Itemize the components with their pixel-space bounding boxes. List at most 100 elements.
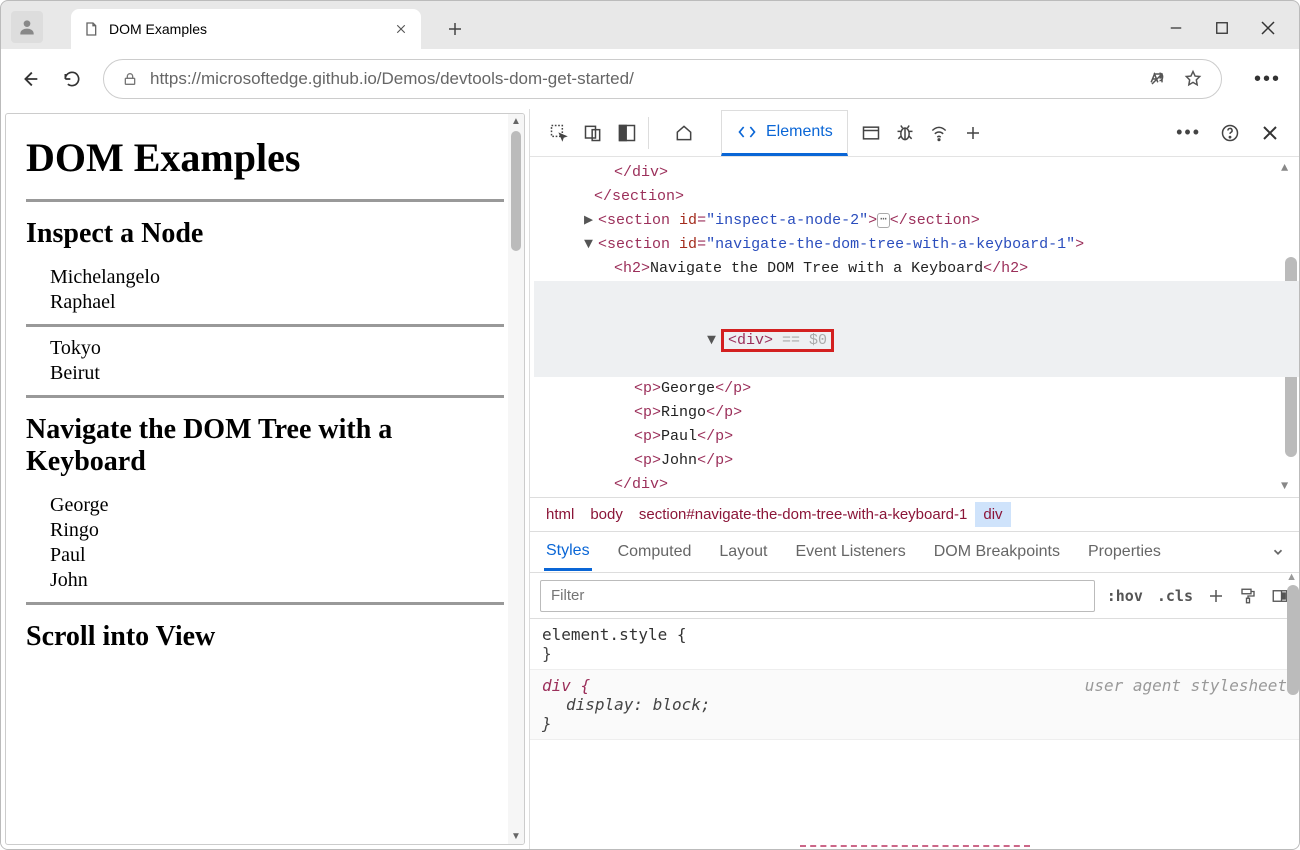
close-devtools-button[interactable] xyxy=(1259,122,1281,144)
dom-node[interactable]: <p>Ringo</p> xyxy=(534,401,1299,425)
devtools-more-button[interactable]: ••• xyxy=(1176,122,1201,143)
dom-node[interactable]: <h2>Navigate the DOM Tree with a Keyboar… xyxy=(534,257,1299,281)
tab-title: DOM Examples xyxy=(109,21,383,37)
breadcrumb-item[interactable]: section#navigate-the-dom-tree-with-a-key… xyxy=(631,502,976,527)
dom-node[interactable]: <p>Paul</p> xyxy=(534,425,1299,449)
dom-node[interactable]: </div> xyxy=(534,161,1299,185)
document-icon xyxy=(83,21,99,37)
dom-node-selected[interactable]: ••• ▼<div> == $0 xyxy=(534,281,1299,377)
network-conditions-icon[interactable] xyxy=(928,122,950,144)
section-scroll-heading: Scroll into View xyxy=(26,621,504,653)
device-emulation-icon[interactable] xyxy=(582,122,604,144)
tab-close-button[interactable] xyxy=(393,21,409,37)
styles-pane[interactable]: element.style { } user agent stylesheet … xyxy=(530,619,1299,849)
css-prop-display[interactable]: display: block; xyxy=(542,695,1287,714)
titlebar: DOM Examples xyxy=(1,1,1299,49)
back-button[interactable] xyxy=(19,68,41,90)
breadcrumb-item-selected[interactable]: div xyxy=(975,502,1010,527)
list-item: George xyxy=(50,494,504,517)
styles-tab-event-listeners[interactable]: Event Listeners xyxy=(793,535,907,569)
scroll-down-icon[interactable]: ▼ xyxy=(511,829,521,844)
inspect-element-icon[interactable] xyxy=(548,122,570,144)
lock-icon xyxy=(122,71,138,87)
styles-tab-dom-breakpoints[interactable]: DOM Breakpoints xyxy=(932,535,1062,569)
styles-filter-input[interactable] xyxy=(540,580,1095,612)
list-item: Beirut xyxy=(50,362,504,385)
styles-tab-properties[interactable]: Properties xyxy=(1086,535,1163,569)
browser-window: DOM Examples https://microsoftedge.githu… xyxy=(0,0,1300,850)
help-icon[interactable] xyxy=(1219,122,1241,144)
paint-format-icon[interactable] xyxy=(1239,587,1257,605)
close-icon xyxy=(395,23,407,35)
dom-breadcrumb[interactable]: html body section#navigate-the-dom-tree-… xyxy=(530,497,1299,531)
list-item: Michelangelo xyxy=(50,266,504,289)
browser-tab[interactable]: DOM Examples xyxy=(71,9,421,49)
styles-tab-overflow-icon[interactable] xyxy=(1271,545,1285,559)
list-item: Ringo xyxy=(50,519,504,542)
section-navigate-heading: Navigate the DOM Tree with a Keyboard xyxy=(26,414,504,478)
window-controls xyxy=(1167,19,1289,37)
dom-node[interactable]: </section> xyxy=(534,185,1299,209)
toolbar-more-button[interactable]: ••• xyxy=(1254,68,1281,91)
address-actions xyxy=(1147,69,1203,89)
application-icon[interactable] xyxy=(860,122,882,144)
dom-node[interactable]: </div> xyxy=(534,473,1299,497)
dom-node[interactable]: <p>John</p> xyxy=(534,449,1299,473)
new-style-rule-icon[interactable] xyxy=(1207,587,1225,605)
list-item: Paul xyxy=(50,544,504,567)
styles-tab-styles[interactable]: Styles xyxy=(544,534,592,571)
drawer-resize-handle[interactable] xyxy=(800,845,1030,847)
avatar-icon xyxy=(17,17,37,37)
minimize-button[interactable] xyxy=(1167,19,1185,37)
profile-button[interactable] xyxy=(11,11,43,43)
list-item: Raphael xyxy=(50,291,504,314)
url-text: https://microsoftedge.github.io/Demos/de… xyxy=(150,69,1135,89)
page-h1: DOM Examples xyxy=(26,134,504,181)
toolbar: https://microsoftedge.github.io/Demos/de… xyxy=(1,49,1299,109)
dom-scroll-down-icon[interactable]: ▼ xyxy=(1281,479,1295,493)
list-item: Tokyo xyxy=(50,337,504,360)
devtools-toolbar: Elements ••• xyxy=(530,109,1299,157)
close-brace: } xyxy=(542,714,1287,733)
home-icon xyxy=(673,122,695,144)
list-item: John xyxy=(50,569,504,592)
dom-node[interactable]: <p>George</p> xyxy=(534,377,1299,401)
devtools-panel: Elements ••• ▲ ▼ </d xyxy=(529,109,1299,849)
address-bar[interactable]: https://microsoftedge.github.io/Demos/de… xyxy=(103,59,1222,99)
breadcrumb-item[interactable]: body xyxy=(582,502,631,527)
bug-icon[interactable] xyxy=(894,122,916,144)
dom-node[interactable]: ▼<section id="navigate-the-dom-tree-with… xyxy=(534,233,1299,257)
dom-tree[interactable]: ▲ ▼ </div> </section> ▶<section id="insp… xyxy=(530,157,1299,497)
dom-node[interactable]: ▶<section id="inspect-a-node-2">⋯</secti… xyxy=(534,209,1299,233)
styles-tab-computed[interactable]: Computed xyxy=(616,535,694,569)
plus-icon xyxy=(446,20,464,38)
favorite-icon[interactable] xyxy=(1183,69,1203,89)
cls-button[interactable]: .cls xyxy=(1157,587,1193,605)
dom-scroll-up-icon[interactable]: ▲ xyxy=(1281,161,1295,175)
dock-side-icon[interactable] xyxy=(616,122,638,144)
element-style-selector[interactable]: element.style { xyxy=(542,625,1287,644)
section-inspect-heading: Inspect a Node xyxy=(26,218,504,250)
more-tabs-plus-icon[interactable] xyxy=(962,122,984,144)
close-window-button[interactable] xyxy=(1259,19,1277,37)
tab-welcome[interactable] xyxy=(659,110,709,156)
elements-icon xyxy=(736,121,758,143)
read-aloud-icon[interactable] xyxy=(1147,69,1167,89)
scroll-thumb[interactable] xyxy=(511,131,521,251)
user-agent-stylesheet-label: user agent stylesheet xyxy=(1085,676,1287,695)
new-tab-button[interactable] xyxy=(439,13,471,45)
refresh-button[interactable] xyxy=(61,68,83,90)
styles-scroll-thumb[interactable] xyxy=(1287,585,1299,695)
scroll-up-icon[interactable]: ▲ xyxy=(511,114,521,129)
styles-tab-layout[interactable]: Layout xyxy=(717,535,769,569)
tab-elements-label: Elements xyxy=(766,123,833,141)
breadcrumb-item[interactable]: html xyxy=(538,502,582,527)
maximize-button[interactable] xyxy=(1213,19,1231,37)
styles-filter-row: :hov .cls ▲ xyxy=(530,573,1299,619)
hov-button[interactable]: :hov xyxy=(1107,587,1143,605)
page-viewport: DOM Examples Inspect a Node Michelangelo… xyxy=(5,113,525,845)
tab-elements[interactable]: Elements xyxy=(721,110,848,156)
styles-tabs: Styles Computed Layout Event Listeners D… xyxy=(530,531,1299,573)
styles-scroll-up-icon[interactable]: ▲ xyxy=(1286,571,1297,583)
page-scrollbar[interactable]: ▲ ▼ xyxy=(508,114,524,844)
